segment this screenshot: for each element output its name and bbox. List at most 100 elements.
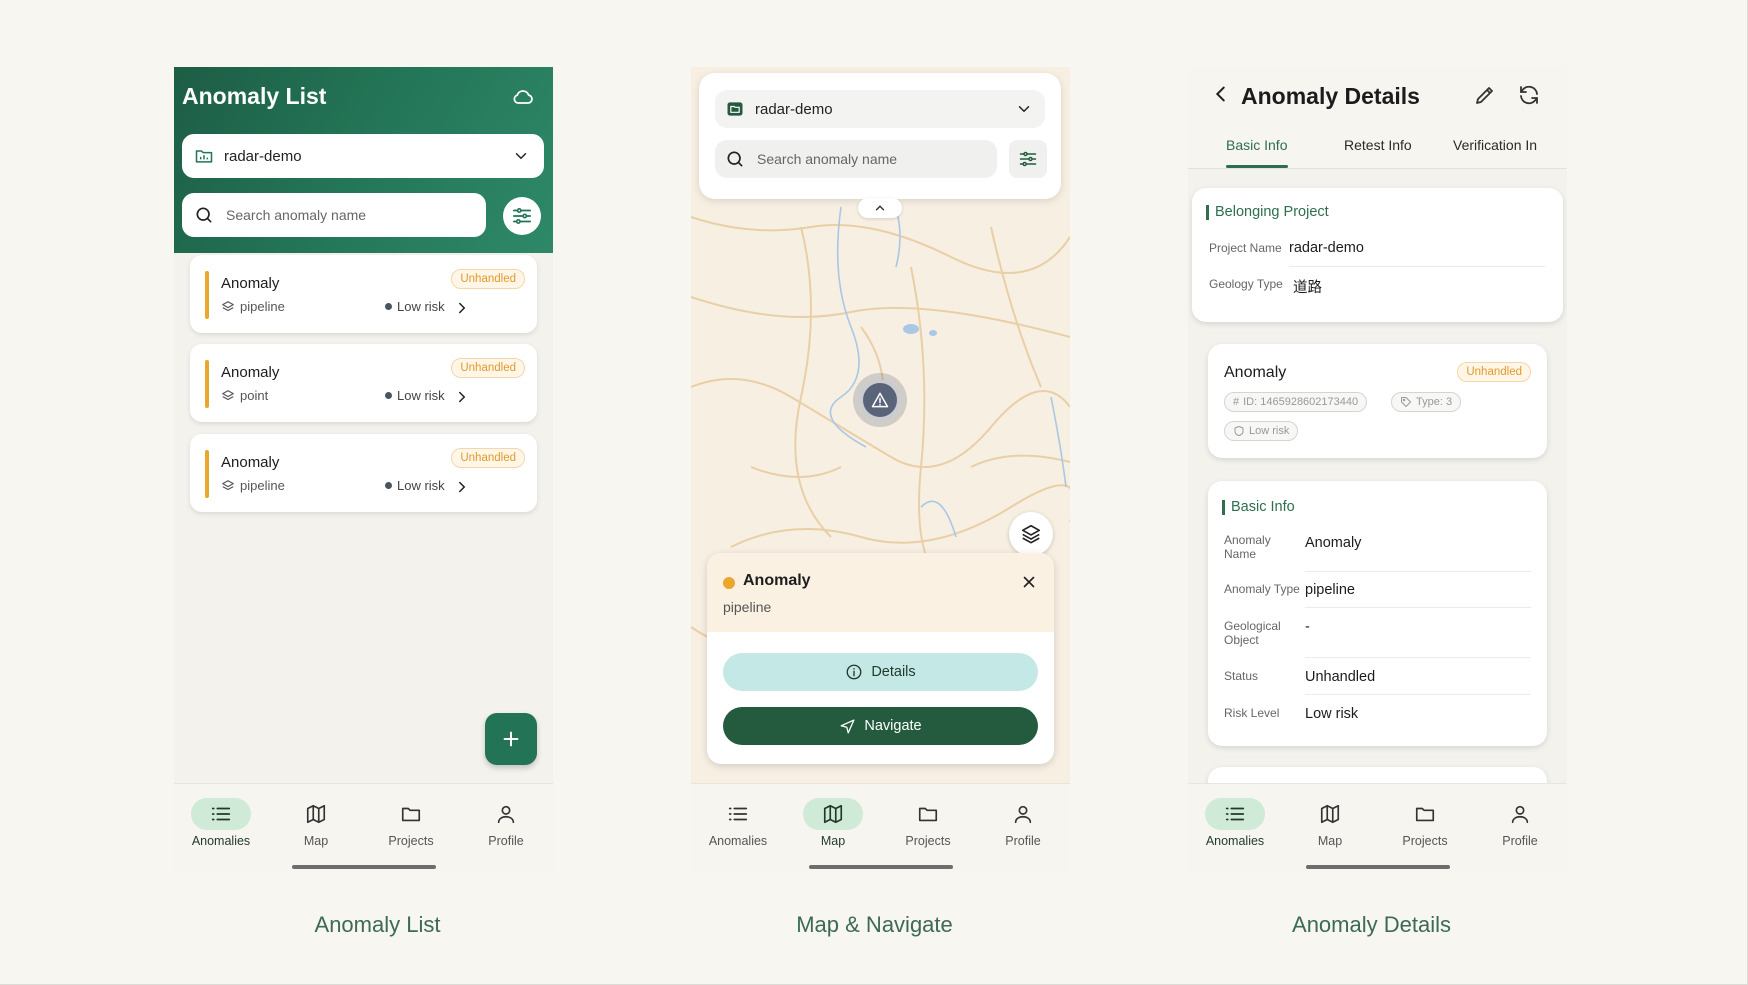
nav-projects[interactable]: Projects	[881, 798, 975, 858]
anomaly-details-screen: Anomaly Details Basic Info Retest Info V…	[1188, 67, 1567, 875]
list-item[interactable]: Anomaly Unhandled point Low risk	[190, 344, 537, 422]
risk-level: Low risk	[385, 388, 445, 403]
details-button-label: Details	[871, 664, 916, 680]
nav-anomalies[interactable]: Anomalies	[1188, 798, 1282, 858]
user-icon	[993, 798, 1053, 830]
caption-anomaly-details: Anomaly Details	[1292, 912, 1451, 937]
status-accent-bar	[205, 271, 209, 319]
sliders-icon	[512, 208, 532, 224]
nav-anomalies-label: Anomalies	[708, 834, 768, 848]
nav-anomalies[interactable]: Anomalies	[174, 798, 268, 858]
navigate-button[interactable]: Navigate	[723, 707, 1038, 745]
popup-header: Anomaly pipeline	[707, 553, 1054, 632]
active-tab-indicator	[1226, 165, 1288, 168]
nav-map[interactable]: Map	[1283, 798, 1377, 858]
id-chip: # ID: 1465928602173440	[1224, 392, 1368, 412]
anomaly-type: point	[221, 388, 268, 403]
cloud-sync-icon[interactable]	[511, 85, 535, 109]
nav-profile-label: Profile	[488, 834, 524, 848]
folder-icon	[898, 798, 958, 830]
nav-map[interactable]: Map	[786, 798, 880, 858]
map-icon	[286, 798, 346, 830]
tag-icon	[1401, 397, 1411, 407]
nav-map[interactable]: Map	[269, 798, 363, 858]
anomaly-type: pipeline	[221, 478, 285, 493]
search-input[interactable]: Search anomaly name	[182, 193, 486, 237]
geological-object-label: Geological Object	[1224, 619, 1281, 647]
nav-profile[interactable]: Profile	[1473, 798, 1567, 858]
list-item[interactable]: Anomaly Unhandled pipeline Low risk	[190, 255, 537, 333]
bottom-nav: Anomalies Map Projects Profile	[1188, 783, 1567, 875]
details-button[interactable]: Details	[723, 653, 1038, 691]
anomaly-name-value: Anomaly	[1305, 535, 1362, 551]
popup-subtitle: pipeline	[723, 599, 772, 615]
anomaly-type-value: pipeline	[1305, 582, 1355, 598]
risk-label: Low risk	[397, 299, 445, 314]
nav-projects[interactable]: Projects	[364, 798, 458, 858]
risk-dot	[385, 392, 392, 399]
nav-projects[interactable]: Projects	[1378, 798, 1472, 858]
chevron-right-icon[interactable]	[453, 299, 471, 317]
search-input[interactable]: Search anomaly name	[715, 140, 997, 178]
layers-icon	[222, 300, 234, 311]
anomaly-name: Anomaly	[1224, 364, 1287, 381]
collapse-panel-button[interactable]	[858, 198, 902, 218]
filter-button[interactable]	[1009, 140, 1047, 178]
tab-basic-info[interactable]: Basic Info	[1226, 137, 1287, 153]
project-select[interactable]: radar-demo	[182, 134, 544, 178]
project-select-value: radar-demo	[755, 100, 833, 118]
map-layers-button[interactable]	[1009, 512, 1053, 556]
anomaly-type-label: pipeline	[240, 299, 285, 314]
page-title: Anomaly Details	[1241, 83, 1420, 109]
chevron-up-icon	[875, 205, 885, 211]
refresh-icon[interactable]	[1517, 83, 1541, 107]
project-select[interactable]: radar-demo	[715, 90, 1045, 128]
shield-icon	[1234, 426, 1244, 436]
risk-level: Low risk	[385, 299, 445, 314]
folder-chart-icon	[194, 146, 214, 166]
chevron-right-icon[interactable]	[453, 388, 471, 406]
nav-profile[interactable]: Profile	[976, 798, 1070, 858]
anomaly-name: Anomaly	[221, 454, 280, 471]
search-icon	[194, 205, 214, 225]
nav-map-label: Map	[820, 834, 846, 848]
anomaly-popup: Anomaly pipeline Details Navigate	[707, 553, 1054, 764]
chevron-right-icon[interactable]	[453, 478, 471, 496]
status-value: Unhandled	[1305, 669, 1376, 685]
nav-anomalies[interactable]: Anomalies	[691, 798, 785, 858]
nav-anomalies-label: Anomalies	[191, 834, 251, 848]
section-title: Belonging Project	[1206, 205, 1329, 220]
anomaly-type: pipeline	[221, 299, 285, 314]
divider	[1305, 657, 1531, 658]
nav-profile-label: Profile	[1005, 834, 1041, 848]
map-icon	[1300, 798, 1360, 830]
tab-verification-info[interactable]: Verification In	[1453, 137, 1543, 153]
risk-level-value: Low risk	[1305, 706, 1359, 722]
close-icon[interactable]	[1020, 573, 1038, 591]
nav-projects-label: Projects	[388, 834, 434, 848]
geological-object-value: -	[1305, 619, 1310, 635]
page-title: Anomaly List	[182, 83, 327, 109]
user-icon	[1490, 798, 1550, 830]
layers-icon	[1021, 524, 1041, 544]
list-item[interactable]: Anomaly Unhandled pipeline Low risk	[190, 434, 537, 512]
edit-pencil-icon[interactable]	[1473, 83, 1497, 107]
search-placeholder: Search anomaly name	[226, 207, 367, 223]
bottom-nav: Anomalies Map Projects Profile	[174, 783, 553, 875]
navigation-arrow-icon	[840, 718, 855, 734]
tab-retest-info[interactable]: Retest Info	[1344, 137, 1412, 153]
status-label: Status	[1224, 669, 1259, 683]
status-accent-bar	[205, 360, 209, 408]
anomaly-list-screen: Anomaly List radar-demo Search anomaly n…	[174, 67, 553, 875]
nav-profile[interactable]: Profile	[459, 798, 553, 858]
anomaly-map-marker[interactable]	[853, 373, 907, 427]
section-title: Basic Info	[1222, 500, 1295, 515]
anomaly-type-label: Anomaly Type	[1224, 582, 1300, 596]
nav-map-label: Map	[303, 834, 329, 848]
add-anomaly-button[interactable]	[485, 713, 537, 765]
home-indicator	[291, 865, 436, 869]
plus-icon	[503, 731, 519, 747]
filter-button[interactable]	[503, 197, 541, 235]
back-arrow-icon[interactable]	[1210, 83, 1232, 105]
layers-icon	[222, 389, 234, 400]
